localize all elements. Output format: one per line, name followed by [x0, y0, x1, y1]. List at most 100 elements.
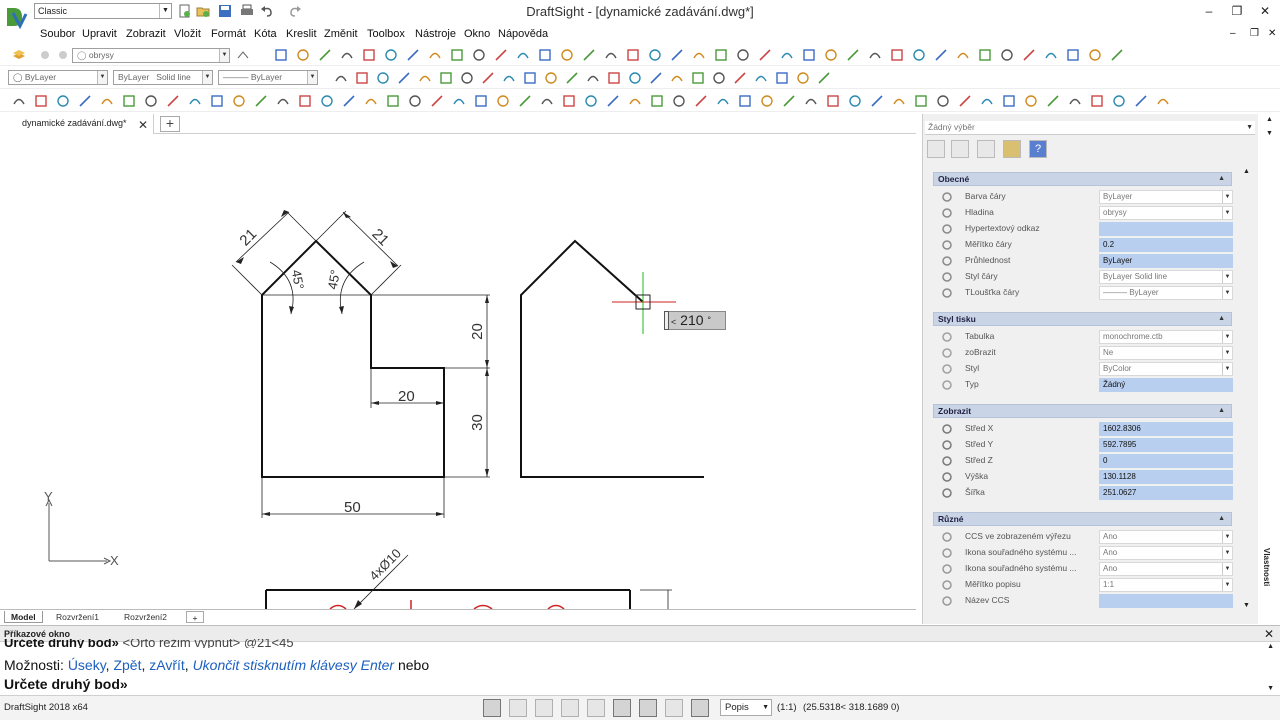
- panel-scroll-down[interactable]: ▼: [1266, 130, 1273, 137]
- toolbar-tool-icon[interactable]: [188, 94, 202, 108]
- linestyle-combo[interactable]: ByLayer Solid line ▼: [113, 70, 213, 85]
- menu-zmenit[interactable]: Změnit: [324, 28, 358, 40]
- menu-upravit[interactable]: Upravit: [82, 28, 117, 40]
- toolbar-tool-icon[interactable]: [582, 48, 596, 62]
- toolbar-tool-icon[interactable]: [384, 48, 398, 62]
- chevron-down-icon[interactable]: ▼: [1222, 191, 1232, 203]
- toolbar-tool-icon[interactable]: [494, 48, 508, 62]
- color-combo[interactable]: ◯ ByLayer ▼: [8, 70, 108, 85]
- toolbar-tool-icon[interactable]: [1156, 94, 1170, 108]
- toolbar-tool-icon[interactable]: [978, 48, 992, 62]
- menu-soubor[interactable]: Soubor: [40, 28, 75, 40]
- collapse-icon[interactable]: ▲: [1218, 173, 1225, 185]
- menu-kota[interactable]: Kóta: [254, 28, 277, 40]
- toolbar-tool-icon[interactable]: [560, 48, 574, 62]
- toolbar-tool-icon[interactable]: [958, 94, 972, 108]
- collapse-icon[interactable]: ▲: [1218, 405, 1225, 417]
- save-icon[interactable]: [218, 4, 232, 18]
- toolbar-tool-icon[interactable]: [481, 71, 495, 85]
- toolbar-tool-icon[interactable]: [334, 71, 348, 85]
- menu-nastroje[interactable]: Nástroje: [415, 28, 456, 40]
- model-toggle[interactable]: [665, 699, 683, 717]
- property-value[interactable]: Ano ▼: [1099, 530, 1233, 544]
- doc-minimize-button[interactable]: –: [1230, 28, 1236, 39]
- selection-filter[interactable]: Žádný výběr ▼: [925, 121, 1255, 135]
- properties-scrollbar[interactable]: ▲ ▼: [1239, 164, 1255, 614]
- section-misc[interactable]: Různé ▲: [933, 512, 1232, 526]
- toolbar-tool-icon[interactable]: [376, 71, 390, 85]
- new-tab-button[interactable]: +: [160, 116, 180, 132]
- toolbar-tool-icon[interactable]: [502, 71, 516, 85]
- tab-layout-1[interactable]: Rozvržení1: [50, 611, 105, 623]
- toolbar-tool-icon[interactable]: [166, 94, 180, 108]
- workspace-select[interactable]: Classic ▼: [34, 3, 172, 19]
- toolbar-tool-icon[interactable]: [540, 94, 554, 108]
- chevron-down-icon[interactable]: ▼: [1222, 547, 1232, 559]
- chevron-down-icon[interactable]: ▼: [1222, 579, 1232, 591]
- toolbar-tool-icon[interactable]: [606, 94, 620, 108]
- toolbar-tool-icon[interactable]: [1090, 94, 1104, 108]
- snap-toggle[interactable]: [483, 699, 501, 717]
- toolbar-tool-icon[interactable]: [450, 48, 464, 62]
- menu-zobrazit[interactable]: Zobrazit: [126, 28, 166, 40]
- toolbar-tool-icon[interactable]: [210, 94, 224, 108]
- layer-state-icon[interactable]: [38, 48, 52, 62]
- select-objects-icon[interactable]: [951, 140, 969, 158]
- toolbar-tool-icon[interactable]: [694, 94, 708, 108]
- polar-toggle[interactable]: [561, 699, 579, 717]
- print-icon[interactable]: [240, 4, 254, 18]
- toolbar-tool-icon[interactable]: [1044, 48, 1058, 62]
- toolbar-tool-icon[interactable]: [782, 94, 796, 108]
- toolbar-tool-icon[interactable]: [672, 94, 686, 108]
- lineweight-combo[interactable]: ——— ByLayer ▼: [218, 70, 318, 85]
- property-value[interactable]: 251.0627: [1099, 486, 1233, 500]
- toolbar-tool-icon[interactable]: [276, 94, 290, 108]
- command-scroll-down[interactable]: ▼: [1267, 685, 1274, 692]
- command-prompt[interactable]: Určete druhý bod»: [4, 676, 128, 692]
- toolbar-tool-icon[interactable]: [538, 48, 552, 62]
- toolbar-tool-icon[interactable]: [1046, 94, 1060, 108]
- doc-restore-button[interactable]: ❐: [1250, 28, 1259, 39]
- toolbar-tool-icon[interactable]: [386, 94, 400, 108]
- toolbar-tool-icon[interactable]: [254, 94, 268, 108]
- toolbar-tool-icon[interactable]: [670, 48, 684, 62]
- toolbar-tool-icon[interactable]: [848, 94, 862, 108]
- toolbar-tool-icon[interactable]: [796, 71, 810, 85]
- toolbar-tool-icon[interactable]: [1068, 94, 1082, 108]
- etrack-toggle[interactable]: [613, 699, 631, 717]
- toolbar-tool-icon[interactable]: [34, 94, 48, 108]
- toolbar-tool-icon[interactable]: [738, 94, 752, 108]
- toolbar-tool-icon[interactable]: [670, 71, 684, 85]
- doc-close-button[interactable]: ✕: [1268, 28, 1276, 39]
- toolbar-tool-icon[interactable]: [892, 94, 906, 108]
- toolbar-tool-icon[interactable]: [362, 48, 376, 62]
- toolbar-tool-icon[interactable]: [1112, 94, 1126, 108]
- toolbar-tool-icon[interactable]: [298, 94, 312, 108]
- chevron-down-icon[interactable]: ▼: [1222, 531, 1232, 543]
- toolbar-tool-icon[interactable]: [516, 48, 530, 62]
- toolbar-tool-icon[interactable]: [12, 94, 26, 108]
- toolbar-tool-icon[interactable]: [626, 48, 640, 62]
- toolbar-tool-icon[interactable]: [691, 71, 705, 85]
- new-file-icon[interactable]: [178, 4, 192, 18]
- option-zavrit[interactable]: zAvřít: [149, 657, 185, 673]
- toolbar-tool-icon[interactable]: [340, 48, 354, 62]
- property-value[interactable]: Ne ▼: [1099, 346, 1233, 360]
- toolbar-tool-icon[interactable]: [428, 48, 442, 62]
- toolbar-tool-icon[interactable]: [565, 71, 579, 85]
- dynamic-input-angle[interactable]: < 210 °: [664, 311, 726, 330]
- toolbar-tool-icon[interactable]: [544, 71, 558, 85]
- toolbar-tool-icon[interactable]: [586, 71, 600, 85]
- property-value[interactable]: obrysy ▼: [1099, 206, 1233, 220]
- option-zpet[interactable]: Zpět: [113, 657, 141, 673]
- toolbar-tool-icon[interactable]: [934, 48, 948, 62]
- close-command-window-icon[interactable]: ✕: [1264, 626, 1274, 642]
- toolbar-tool-icon[interactable]: [562, 94, 576, 108]
- toolbar-tool-icon[interactable]: [355, 71, 369, 85]
- toolbar-tool-icon[interactable]: [1110, 48, 1124, 62]
- section-view[interactable]: Zobrazit ▲: [933, 404, 1232, 418]
- panel-scroll-up[interactable]: ▲: [1266, 116, 1273, 123]
- close-window-button[interactable]: ✕: [1252, 2, 1278, 20]
- property-value[interactable]: ——— ByLayer ▼: [1099, 286, 1233, 300]
- toolbar-tool-icon[interactable]: [607, 71, 621, 85]
